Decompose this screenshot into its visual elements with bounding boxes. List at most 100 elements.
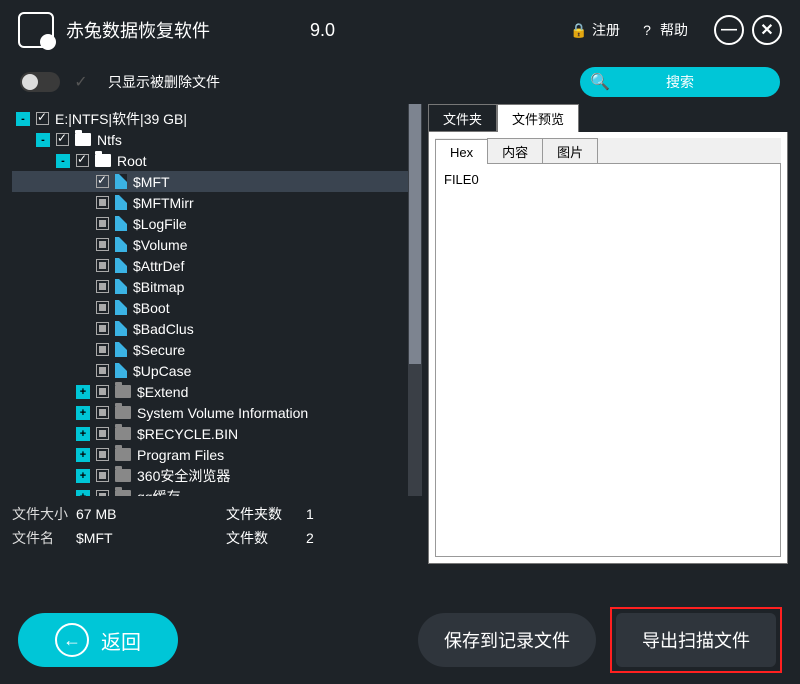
back-label: 返回 — [101, 626, 141, 655]
tree-checkbox[interactable] — [96, 469, 109, 482]
tree-node-label: $Bitmap — [133, 279, 184, 295]
tab-folder[interactable]: 文件夹 — [428, 104, 497, 132]
expand-toggle — [76, 175, 90, 189]
subtab-hex[interactable]: Hex — [435, 139, 488, 164]
expand-toggle[interactable]: - — [56, 154, 70, 168]
expand-toggle[interactable]: + — [76, 448, 90, 462]
expand-toggle[interactable]: + — [76, 427, 90, 441]
tree-node[interactable]: $Bitmap — [12, 276, 408, 297]
tree-node[interactable]: $UpCase — [12, 360, 408, 381]
tree-node[interactable]: $Volume — [12, 234, 408, 255]
tree-checkbox[interactable] — [56, 133, 69, 146]
tree-node-label: $RECYCLE.BIN — [137, 426, 238, 442]
file-icon — [115, 237, 127, 252]
file-icon — [115, 216, 127, 231]
tree-checkbox[interactable] — [96, 385, 109, 398]
expand-toggle[interactable]: - — [16, 112, 30, 126]
back-button[interactable]: ← 返回 — [18, 613, 178, 667]
tree-node[interactable]: +$Extend — [12, 381, 408, 402]
expand-toggle[interactable]: + — [76, 406, 90, 420]
help-button[interactable]: ? 帮助 — [638, 20, 688, 40]
tree-node[interactable]: $MFT — [12, 171, 408, 192]
folder-icon — [115, 469, 131, 482]
tree-checkbox[interactable] — [96, 259, 109, 272]
expand-toggle[interactable]: - — [36, 133, 50, 147]
deleted-only-toggle[interactable] — [20, 72, 60, 92]
tree-node[interactable]: +System Volume Information — [12, 402, 408, 423]
folder-icon — [115, 427, 131, 440]
close-button[interactable]: ✕ — [752, 15, 782, 45]
tree-checkbox[interactable] — [96, 427, 109, 440]
save-record-button[interactable]: 保存到记录文件 — [418, 613, 596, 667]
folder-icon — [115, 406, 131, 419]
expand-toggle — [76, 217, 90, 231]
expand-toggle — [76, 238, 90, 252]
tree-scrollbar[interactable] — [408, 104, 422, 496]
file-icon — [115, 174, 127, 189]
expand-toggle[interactable]: + — [76, 490, 90, 497]
tree-checkbox[interactable] — [96, 238, 109, 251]
tree-checkbox[interactable] — [96, 280, 109, 293]
tree-node[interactable]: + qq缓存 — [12, 486, 408, 496]
tree-node-label: Program Files — [137, 447, 224, 463]
subtab-image[interactable]: 图片 — [542, 138, 598, 163]
file-icon — [115, 321, 127, 336]
tab-preview[interactable]: 文件预览 — [497, 104, 579, 132]
tree-node[interactable]: + Program Files — [12, 444, 408, 465]
tree-checkbox[interactable] — [96, 217, 109, 230]
tree-node[interactable]: $BadClus — [12, 318, 408, 339]
app-version: 9.0 — [310, 20, 335, 41]
scrollbar-thumb[interactable] — [409, 104, 421, 364]
tree-node-label: $LogFile — [133, 216, 187, 232]
folder-icon — [95, 154, 111, 167]
expand-toggle — [76, 343, 90, 357]
subtab-content[interactable]: 内容 — [487, 138, 543, 163]
tree-checkbox[interactable] — [96, 343, 109, 356]
tree-node[interactable]: - Root — [12, 150, 408, 171]
filecount-value: 2 — [306, 530, 314, 546]
app-logo-icon — [18, 12, 54, 48]
register-button[interactable]: 🔒 注册 — [570, 20, 620, 40]
preview-content: FILE0 — [435, 164, 781, 557]
tree-node-label: Root — [117, 153, 147, 169]
tree-node[interactable]: -Ntfs — [12, 129, 408, 150]
tree-node[interactable]: $MFTMirr — [12, 192, 408, 213]
help-icon: ? — [638, 21, 656, 39]
expand-toggle[interactable]: + — [76, 385, 90, 399]
tree-checkbox[interactable] — [96, 406, 109, 419]
tree-checkbox[interactable] — [96, 448, 109, 461]
tree-node[interactable]: $Boot — [12, 297, 408, 318]
filename-value: $MFT — [76, 530, 226, 546]
export-highlight: 导出扫描文件 — [610, 607, 782, 673]
tree-node[interactable]: -E:|NTFS|软件|39 GB| — [12, 108, 408, 129]
tree-checkbox[interactable] — [96, 322, 109, 335]
confirm-check-icon: ✓ — [70, 71, 92, 93]
file-icon — [115, 342, 127, 357]
file-tree[interactable]: -E:|NTFS|软件|39 GB|-Ntfs-Root$MFT$MFTMirr… — [12, 104, 408, 496]
tree-checkbox[interactable] — [96, 196, 109, 209]
filesize-value: 67 MB — [76, 506, 226, 522]
tree-checkbox[interactable] — [96, 364, 109, 377]
expand-toggle — [76, 196, 90, 210]
tree-node[interactable]: + $RECYCLE.BIN — [12, 423, 408, 444]
tree-node[interactable]: $Secure — [12, 339, 408, 360]
search-button[interactable]: 🔍 搜索 — [580, 67, 780, 97]
expand-toggle[interactable]: + — [76, 469, 90, 483]
deleted-only-label: 只显示被删除文件 — [108, 72, 220, 92]
tree-node[interactable]: $AttrDef — [12, 255, 408, 276]
tree-checkbox[interactable] — [76, 154, 89, 167]
tree-checkbox[interactable] — [96, 175, 109, 188]
tree-node[interactable]: $LogFile — [12, 213, 408, 234]
file-icon — [115, 300, 127, 315]
expand-toggle — [76, 280, 90, 294]
tree-checkbox[interactable] — [36, 112, 49, 125]
minimize-button[interactable]: — — [714, 15, 744, 45]
help-label: 帮助 — [660, 20, 688, 40]
tree-checkbox[interactable] — [96, 301, 109, 314]
export-scan-button[interactable]: 导出扫描文件 — [616, 613, 776, 667]
tree-node-label: $Secure — [133, 342, 185, 358]
tree-checkbox[interactable] — [96, 490, 109, 496]
tree-node[interactable]: +360安全浏览器 — [12, 465, 408, 486]
file-icon — [115, 279, 127, 294]
tree-node-label: qq缓存 — [137, 487, 181, 497]
